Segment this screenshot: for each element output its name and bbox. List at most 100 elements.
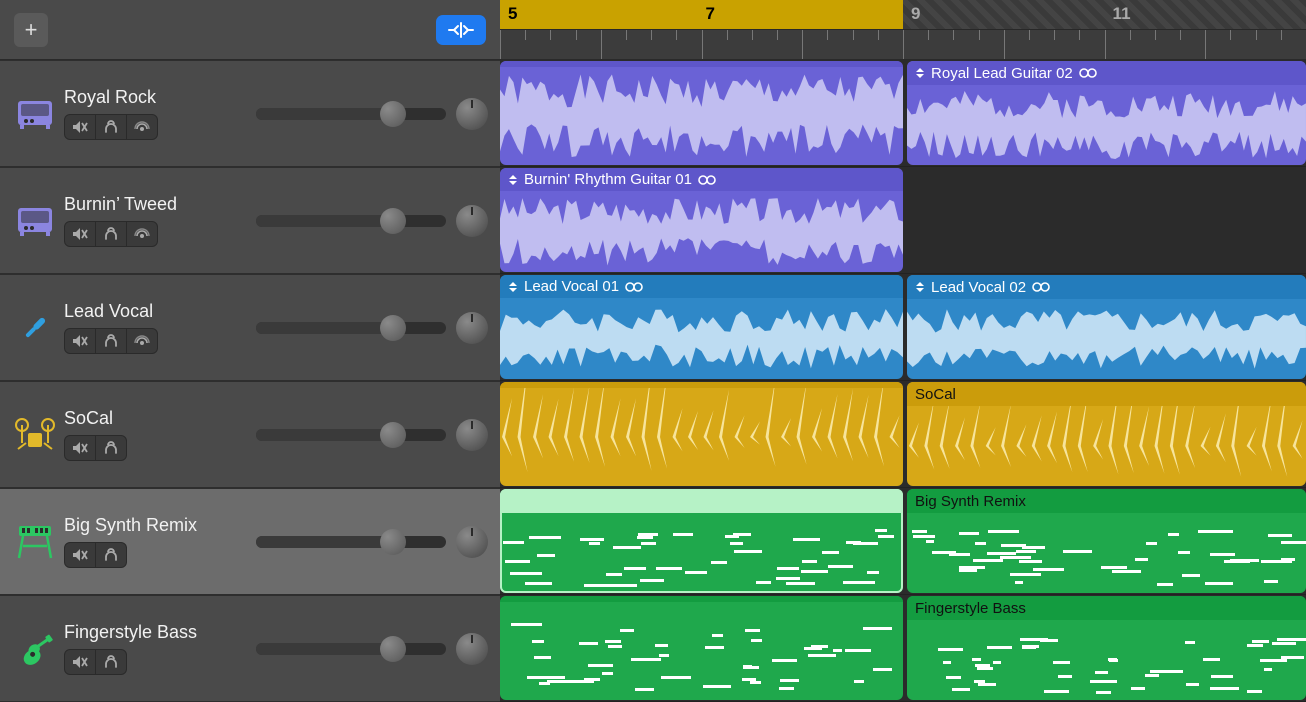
track-volume-group <box>256 526 488 558</box>
pan-knob[interactable] <box>456 205 488 237</box>
track-volume-group <box>256 312 488 344</box>
add-track-button[interactable]: + <box>14 13 48 47</box>
track-controls <box>64 435 256 461</box>
region-name: Lead Vocal 01 <box>524 278 619 295</box>
input-button[interactable] <box>127 221 158 247</box>
track-instrument-icon[interactable] <box>6 630 64 668</box>
volume-slider[interactable] <box>256 643 446 655</box>
solo-button[interactable] <box>96 221 127 247</box>
bar-number: 7 <box>706 4 715 24</box>
track-volume-group <box>256 205 488 237</box>
track-header[interactable]: Fingerstyle Bass <box>0 595 500 702</box>
region-name: Burnin' Rhythm Guitar 01 <box>524 171 692 188</box>
pan-knob[interactable] <box>456 312 488 344</box>
mute-button[interactable] <box>64 542 96 568</box>
mute-button[interactable] <box>64 649 96 675</box>
loop-icon <box>625 281 643 293</box>
track-header-toolbar: + <box>0 0 500 59</box>
track-name-label: Fingerstyle Bass <box>64 622 256 643</box>
input-button[interactable] <box>127 114 158 140</box>
timeline-ruler[interactable]: 5 7 9 11 <box>500 0 1306 59</box>
region[interactable]: Big Synth Remix <box>907 489 1306 593</box>
track-name-label: Burnin’ Tweed <box>64 194 256 215</box>
solo-button[interactable] <box>96 435 127 461</box>
track-controls <box>64 221 256 247</box>
track-instrument-icon[interactable] <box>6 417 64 453</box>
pan-knob[interactable] <box>456 526 488 558</box>
pan-knob[interactable] <box>456 419 488 451</box>
loop-icon <box>1079 67 1097 79</box>
track-controls <box>64 649 256 675</box>
volume-slider[interactable] <box>256 429 446 441</box>
solo-button[interactable] <box>96 114 127 140</box>
cycle-range-bar[interactable]: 5 7 9 11 <box>500 0 1306 30</box>
track-info: Royal Rock <box>64 87 256 140</box>
track-header[interactable]: Royal Rock <box>0 60 500 167</box>
track-header[interactable]: Big Synth Remix <box>0 488 500 595</box>
catch-playhead-button[interactable] <box>436 15 486 45</box>
region[interactable]: Lead Vocal 01 <box>500 275 903 379</box>
region[interactable]: Fingerstyle Bass <box>907 596 1306 700</box>
midi-notes <box>907 620 1306 700</box>
track-header[interactable]: Burnin’ Tweed <box>0 167 500 274</box>
solo-button[interactable] <box>96 328 127 354</box>
track-controls <box>64 114 256 140</box>
region-name: Lead Vocal 02 <box>931 279 1026 296</box>
track-info: SoCal <box>64 408 256 461</box>
track-info: Lead Vocal <box>64 301 256 354</box>
region[interactable] <box>500 61 903 165</box>
region[interactable] <box>500 382 903 486</box>
waveform <box>907 299 1306 379</box>
volume-slider[interactable] <box>256 536 446 548</box>
region-label: SoCal <box>907 382 1306 406</box>
cycle-inactive-area <box>903 0 1306 29</box>
solo-button[interactable] <box>96 542 127 568</box>
region-label <box>500 489 903 513</box>
track-headers-column: Royal Rock Burnin’ Tweed <box>0 60 500 702</box>
arrangement-area[interactable]: Royal Lead Guitar 02 Burnin' Rhythm Guit… <box>500 60 1306 702</box>
volume-slider[interactable] <box>256 322 446 334</box>
track-controls <box>64 328 256 354</box>
region-name: Big Synth Remix <box>915 493 1026 510</box>
track-header[interactable]: SoCal <box>0 381 500 488</box>
track-instrument-icon[interactable] <box>6 524 64 560</box>
region[interactable] <box>500 489 903 593</box>
track-volume-group <box>256 419 488 451</box>
region[interactable]: Lead Vocal 02 <box>907 275 1306 379</box>
volume-slider[interactable] <box>256 108 446 120</box>
mute-button[interactable] <box>64 221 96 247</box>
track-name-label: Royal Rock <box>64 87 256 108</box>
region[interactable] <box>500 596 903 700</box>
track-volume-group <box>256 633 488 665</box>
track-instrument-icon[interactable] <box>6 309 64 347</box>
pan-knob[interactable] <box>456 98 488 130</box>
loop-icon <box>698 174 716 186</box>
solo-button[interactable] <box>96 649 127 675</box>
region-label: Burnin' Rhythm Guitar 01 <box>500 168 903 191</box>
region-label: Royal Lead Guitar 02 <box>907 61 1306 85</box>
mute-button[interactable] <box>64 435 96 461</box>
region[interactable]: SoCal <box>907 382 1306 486</box>
loop-drag-icon <box>915 67 925 79</box>
waveform <box>500 388 903 486</box>
bar-number: 5 <box>508 4 517 24</box>
region[interactable]: Burnin' Rhythm Guitar 01 <box>500 168 903 272</box>
region-name: Fingerstyle Bass <box>915 600 1026 617</box>
pan-knob[interactable] <box>456 633 488 665</box>
track-instrument-icon[interactable] <box>6 97 64 131</box>
track-instrument-icon[interactable] <box>6 204 64 238</box>
track-info: Fingerstyle Bass <box>64 622 256 675</box>
mute-button[interactable] <box>64 328 96 354</box>
track-header[interactable]: Lead Vocal <box>0 274 500 381</box>
midi-notes <box>500 602 903 700</box>
volume-slider[interactable] <box>256 215 446 227</box>
input-button[interactable] <box>127 328 158 354</box>
region[interactable]: Royal Lead Guitar 02 <box>907 61 1306 165</box>
waveform <box>500 191 903 272</box>
garageband-tracks-area: + 5 7 9 11 Royal Rock <box>0 0 1306 702</box>
loop-icon <box>1032 281 1050 293</box>
ruler-ticks <box>500 30 1306 59</box>
region-label: Lead Vocal 01 <box>500 275 903 298</box>
loop-drag-icon <box>508 174 518 186</box>
mute-button[interactable] <box>64 114 96 140</box>
